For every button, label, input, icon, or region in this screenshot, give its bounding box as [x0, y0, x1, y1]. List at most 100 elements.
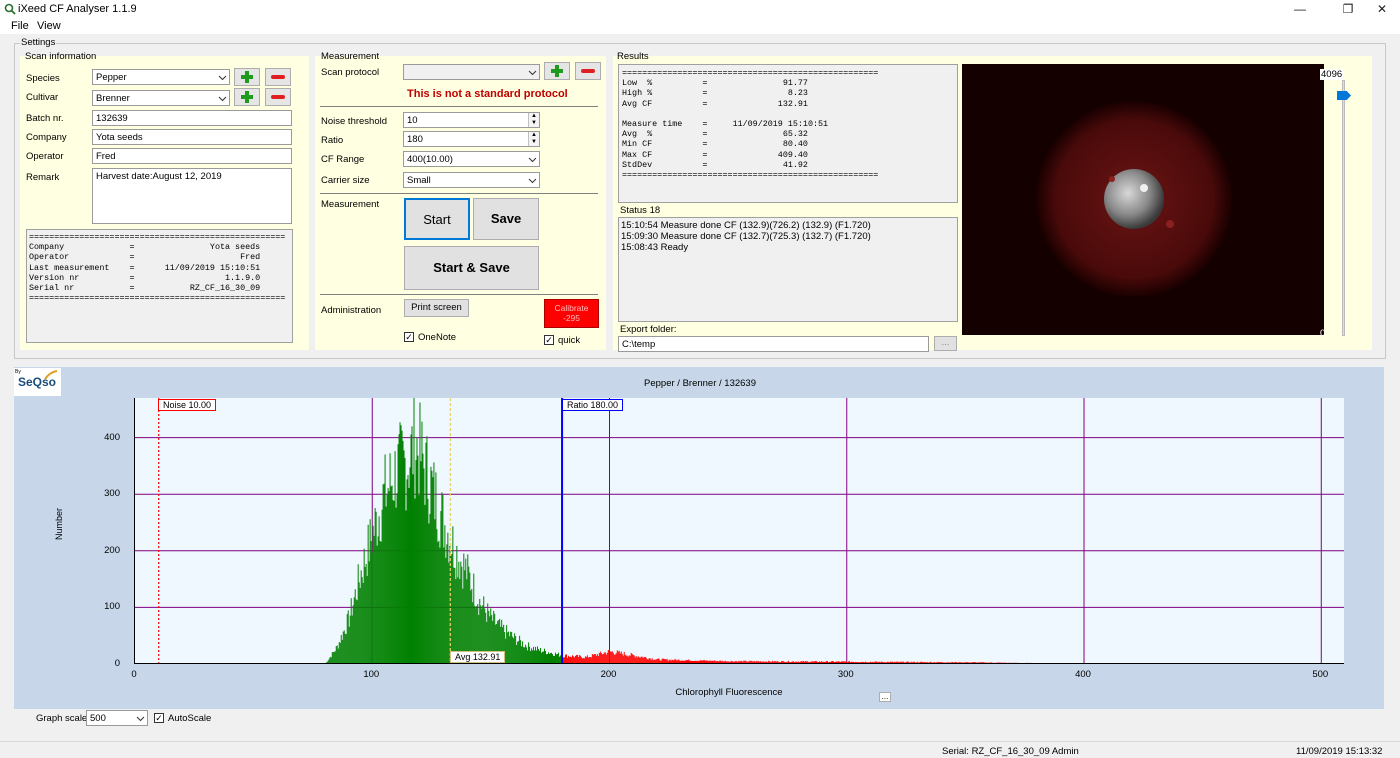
measurement-label: Measurement — [321, 51, 380, 62]
histogram-bar — [791, 661, 793, 663]
remove-protocol-button[interactable] — [575, 62, 601, 80]
histogram-bar — [628, 655, 630, 663]
histogram-bar — [992, 662, 994, 663]
remove-cultivar-button[interactable] — [265, 88, 291, 106]
histogram-bar — [607, 649, 609, 663]
histogram-bar — [633, 655, 635, 663]
histogram-bar — [656, 659, 658, 663]
cultivar-select[interactable]: Brenner — [92, 90, 230, 106]
histogram-bar — [355, 599, 357, 663]
onenote-checkbox[interactable]: ✓ — [404, 332, 414, 342]
histogram-bar — [766, 661, 768, 663]
histogram-bar — [701, 660, 703, 663]
histogram-bar — [370, 541, 372, 663]
histogram-bar — [415, 459, 417, 663]
histogram-bar — [463, 553, 465, 663]
noise-threshold-input[interactable]: 10 ▲ ▼ — [403, 112, 540, 128]
histogram-bar — [726, 661, 728, 663]
histogram-bar — [1042, 663, 1043, 664]
ratio-spinner[interactable]: ▲ ▼ — [528, 132, 539, 146]
add-species-button[interactable] — [234, 68, 260, 86]
export-folder-input[interactable]: C:\temp — [618, 336, 929, 352]
avg-marker-label: Avg 132.91 — [450, 651, 506, 663]
histogram-bar — [856, 662, 858, 663]
histogram-bar — [395, 507, 397, 663]
batch-input[interactable]: 132639 — [92, 110, 292, 126]
histogram-bar — [978, 662, 980, 663]
company-input[interactable]: Yota seeds — [92, 129, 292, 145]
histogram-bar — [736, 661, 738, 663]
histogram-bar — [811, 661, 813, 663]
histogram-bar — [379, 540, 381, 663]
ratio-input[interactable]: 180 ▲ ▼ — [403, 131, 540, 147]
print-screen-button[interactable]: Print screen — [404, 299, 469, 317]
cf-range-select[interactable]: 400(10.00) — [403, 151, 540, 167]
histogram-bar — [511, 632, 513, 663]
histogram-bar — [583, 658, 585, 663]
noise-spinner[interactable]: ▲ ▼ — [528, 113, 539, 127]
histogram-bar — [1049, 663, 1050, 664]
histogram-bar — [982, 662, 984, 663]
histogram-bar — [1038, 663, 1039, 664]
histogram-bar — [581, 658, 583, 663]
minimize-button[interactable]: — — [1280, 0, 1320, 18]
start-button[interactable]: Start — [404, 198, 470, 240]
chevron-down-icon — [528, 70, 537, 76]
quick-checkbox[interactable]: ✓ — [544, 335, 554, 345]
noise-threshold-label: Noise threshold — [321, 116, 388, 127]
graph-more-button[interactable]: ... — [879, 692, 891, 702]
histogram-bar — [620, 651, 622, 663]
histogram-bar — [692, 660, 694, 663]
menu-file[interactable]: File — [11, 20, 29, 32]
plus-icon — [241, 91, 253, 103]
histogram-bar — [451, 553, 453, 663]
histogram-bar — [1009, 662, 1011, 663]
histogram-bar — [556, 654, 558, 663]
add-protocol-button[interactable] — [544, 62, 570, 80]
histogram-bar — [615, 653, 617, 663]
histogram-bar — [573, 657, 575, 663]
histogram-bar — [1031, 663, 1032, 664]
remark-textarea[interactable]: Harvest date:August 12, 2019 — [92, 168, 292, 224]
company-label: Company — [26, 132, 67, 143]
histogram-bar — [353, 597, 355, 663]
autoscale-checkbox[interactable]: ✓ — [154, 713, 164, 723]
close-button[interactable]: ✕ — [1362, 0, 1400, 18]
histogram-bar — [956, 662, 958, 663]
save-button[interactable]: Save — [473, 198, 539, 240]
histogram-bar — [808, 662, 810, 663]
histogram-bar — [589, 656, 591, 663]
menu-view[interactable]: View — [37, 20, 61, 32]
histogram-bar — [887, 661, 889, 663]
brightness-slider-track[interactable] — [1342, 80, 1345, 336]
histogram-bar — [543, 651, 545, 663]
histogram-bar — [614, 654, 616, 663]
add-cultivar-button[interactable] — [234, 88, 260, 106]
histogram-bar — [710, 661, 712, 663]
start-save-button[interactable]: Start & Save — [404, 246, 539, 290]
histogram-bar — [1040, 663, 1041, 664]
scan-protocol-select[interactable] — [403, 64, 540, 80]
histogram-bar — [600, 653, 602, 663]
browse-button[interactable]: ... — [934, 336, 957, 351]
histogram-bar — [624, 654, 626, 663]
histogram-bar — [612, 652, 614, 663]
histogram-bar — [961, 662, 963, 663]
histogram-bar — [401, 430, 403, 663]
histogram-bar — [381, 509, 383, 663]
histogram-bar — [393, 500, 395, 663]
species-select[interactable]: Pepper — [92, 69, 230, 85]
operator-input[interactable]: Fred — [92, 148, 292, 164]
calibrate-button[interactable]: Calibrate -295 — [544, 299, 599, 328]
protocol-warning: This is not a standard protocol — [407, 88, 568, 100]
histogram-bar — [654, 659, 656, 663]
graph-scale-select[interactable]: 500 — [86, 710, 148, 726]
x-tick-label: 300 — [837, 669, 854, 680]
histogram-bar — [826, 661, 828, 663]
carrier-size-select[interactable]: Small — [403, 172, 540, 188]
histogram-bar — [1054, 663, 1055, 664]
histogram-bar — [544, 648, 546, 663]
histogram-bar — [572, 656, 574, 663]
remove-species-button[interactable] — [265, 68, 291, 86]
histogram-bar — [527, 650, 529, 663]
